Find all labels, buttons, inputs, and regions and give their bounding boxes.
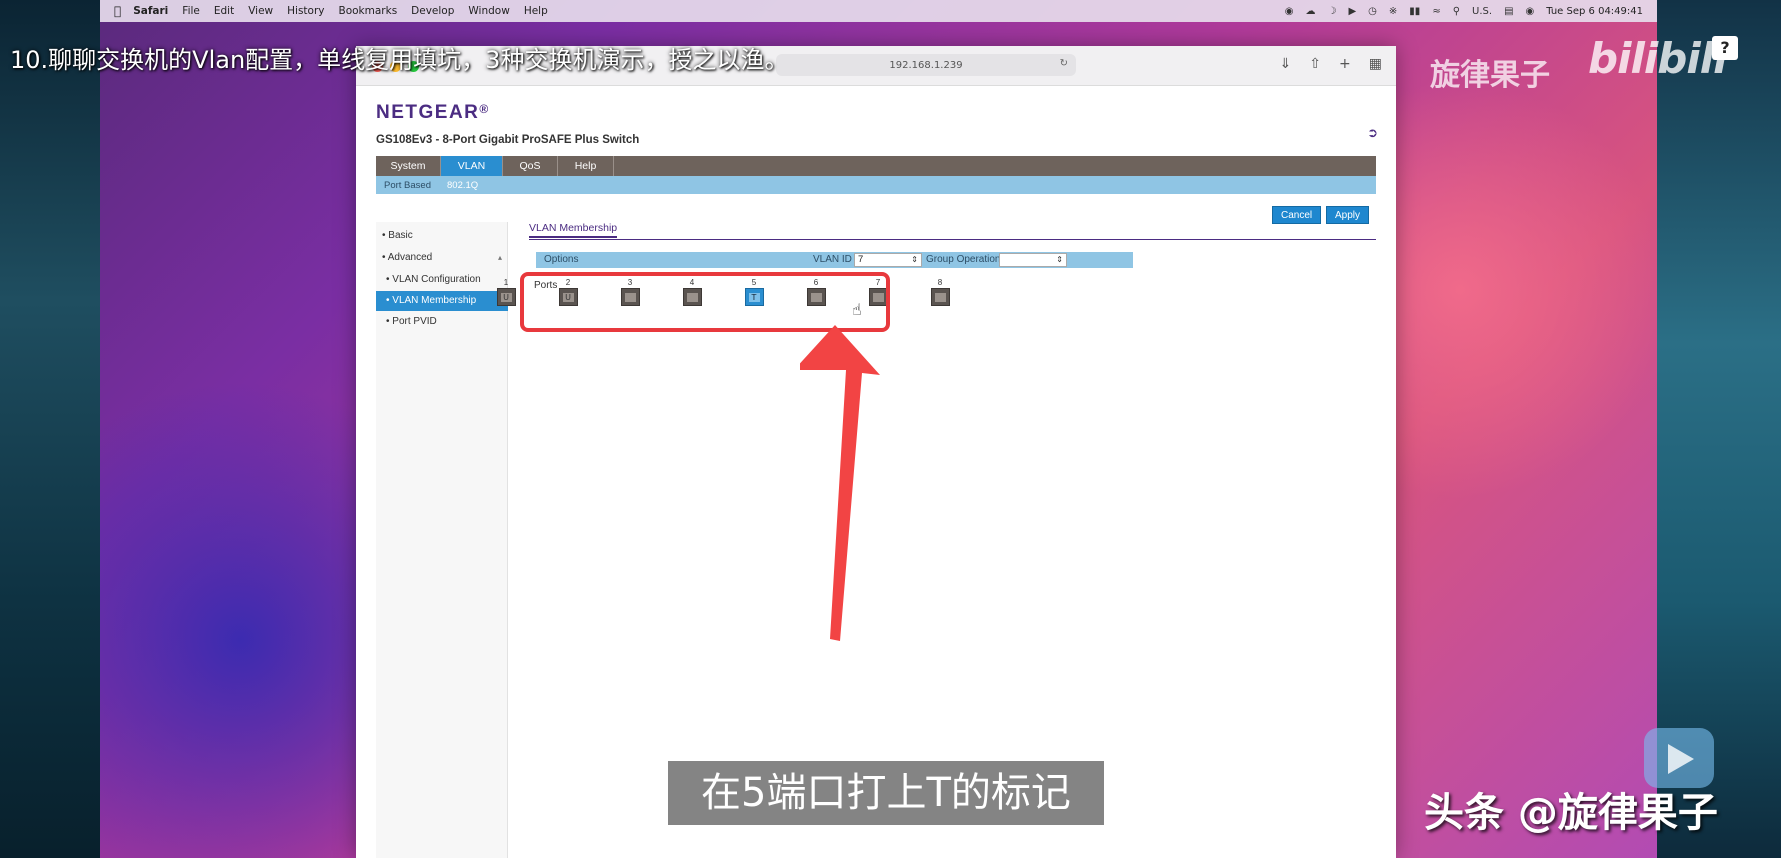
address-bar[interactable]: 192.168.1.239 ↻ [776, 54, 1076, 76]
moon-icon[interactable]: ☽ [1328, 6, 1337, 17]
arrow-shape [800, 325, 880, 641]
sidebar-item-vlan-configuration[interactable]: • VLAN Configuration [376, 270, 508, 290]
group-operation-label: Group Operation [926, 254, 1001, 265]
port-1[interactable]: 1U [496, 278, 516, 306]
port-number: 1 [503, 278, 509, 287]
bluetooth-icon[interactable]: ※ [1389, 6, 1397, 17]
port-membership-state: U [500, 293, 512, 302]
menu-safari[interactable]: Safari [133, 5, 168, 17]
battery-icon[interactable]: ▮▮ [1409, 6, 1420, 17]
share-icon[interactable]: ⇧ [1309, 56, 1321, 72]
control-center-icon[interactable]: ▤ [1504, 6, 1513, 17]
red-arrow-annotation [800, 325, 880, 641]
play-icon[interactable]: ▶ [1348, 6, 1356, 17]
video-frame-left [0, 0, 100, 858]
cancel-button[interactable]: Cancel [1272, 206, 1322, 224]
menu-help[interactable]: Help [524, 5, 548, 17]
video-title: 10.聊聊交换机的Vlan配置，单线复用填坑，3种交换机演示，授之以渔。 [10, 46, 789, 74]
bilibili-logo: bilibili [1588, 34, 1728, 83]
mac-menubar:  Safari File Edit View History Bookmark… [100, 0, 1657, 22]
menubar-datetime[interactable]: Tue Sep 6 04:49:41 [1546, 6, 1643, 17]
clock-icon[interactable]: ◷ [1368, 6, 1377, 17]
select-arrows-icon: ⇕ [911, 255, 918, 264]
search-icon[interactable]: ⚲ [1453, 6, 1460, 17]
bili-channel-name: 旋律果子 [1430, 58, 1550, 93]
switch-model-title: GS108Ev3 - 8-Port Gigabit ProSAFE Plus S… [376, 134, 640, 146]
sidebar-item-port-pvid[interactable]: • Port PVID [376, 312, 508, 332]
wifi-icon[interactable]: ≈ [1432, 6, 1440, 17]
sidebar-item-vlan-membership[interactable]: • VLAN Membership [376, 291, 508, 311]
select-arrows-icon: ⇕ [1056, 255, 1063, 264]
input-source-label[interactable]: U.S. [1472, 6, 1492, 17]
menu-window[interactable]: Window [468, 5, 509, 17]
subtab-802-1q[interactable]: 802.1Q [439, 180, 486, 191]
menu-view[interactable]: View [248, 5, 273, 17]
cloud-icon[interactable]: ☁ [1306, 6, 1316, 17]
menu-bookmarks[interactable]: Bookmarks [339, 5, 398, 17]
pointer-cursor-icon: ☝ [852, 300, 862, 319]
port-8[interactable]: 8 [930, 278, 950, 306]
logout-icon[interactable]: ➲ [1367, 126, 1378, 141]
options-label: Options [544, 254, 579, 265]
collapse-icon: ▴ [497, 253, 502, 262]
content-tab-vlan-membership[interactable]: VLAN Membership [529, 222, 618, 238]
download-icon[interactable]: ⇓ [1280, 56, 1292, 72]
tab-qos[interactable]: QoS [503, 156, 558, 176]
record-icon[interactable]: ◉ [1285, 6, 1294, 17]
menubar-status-area: ◉ ☁ ☽ ▶ ◷ ※ ▮▮ ≈ ⚲ U.S. ▤ ◉ Tue Sep 6 04… [1285, 0, 1643, 22]
tab-vlan[interactable]: VLAN [441, 156, 503, 176]
video-subtitle: 在5端口打上T的标记 [668, 761, 1104, 825]
bilibili-tv-icon [1644, 728, 1714, 788]
toutiao-watermark: 头条 @旋律果子 [1424, 790, 1718, 836]
sub-tabs: Port Based 802.1Q [376, 176, 1376, 194]
port-number: 8 [937, 278, 943, 287]
highlight-box [520, 272, 890, 332]
tab-system[interactable]: System [376, 156, 441, 176]
port-membership-state [934, 293, 946, 302]
sidebar: • Basic • Advanced ▴ • VLAN Configuration… [376, 222, 508, 858]
group-operation-select[interactable]: ⇕ [999, 253, 1067, 267]
menu-file[interactable]: File [182, 5, 200, 17]
menu-edit[interactable]: Edit [214, 5, 234, 17]
apple-icon[interactable]:  [114, 4, 121, 18]
menu-develop[interactable]: Develop [411, 5, 454, 17]
vlan-id-label: VLAN ID [813, 254, 852, 265]
subtab-port-based[interactable]: Port Based [376, 180, 439, 191]
reload-icon[interactable]: ↻ [1060, 58, 1068, 69]
options-bar: Options VLAN ID 7 ⇕ Group Operation ⇕ [536, 252, 1133, 268]
apply-button[interactable]: Apply [1326, 206, 1370, 224]
help-badge[interactable]: ? [1712, 36, 1738, 60]
address-text: 192.168.1.239 [889, 59, 963, 71]
new-tab-icon[interactable]: + [1339, 56, 1351, 72]
tab-overview-icon[interactable]: ▦ [1369, 56, 1382, 72]
main-tabs: System VLAN QoS Help [376, 156, 1376, 176]
vlan-id-select[interactable]: 7 ⇕ [854, 253, 922, 267]
siri-icon[interactable]: ◉ [1526, 6, 1535, 17]
ethernet-port-icon[interactable] [930, 288, 950, 306]
menu-history[interactable]: History [287, 5, 324, 17]
browser-toolbar-actions: ⇓ ⇧ + ▦ [1280, 56, 1382, 72]
tab-help[interactable]: Help [558, 156, 614, 176]
sidebar-item-advanced[interactable]: • Advanced ▴ [376, 248, 508, 268]
sidebar-item-basic[interactable]: • Basic [376, 226, 508, 246]
content-divider [529, 239, 1376, 240]
ethernet-port-icon[interactable]: U [496, 288, 516, 306]
netgear-logo: NETGEAR® [376, 102, 490, 123]
